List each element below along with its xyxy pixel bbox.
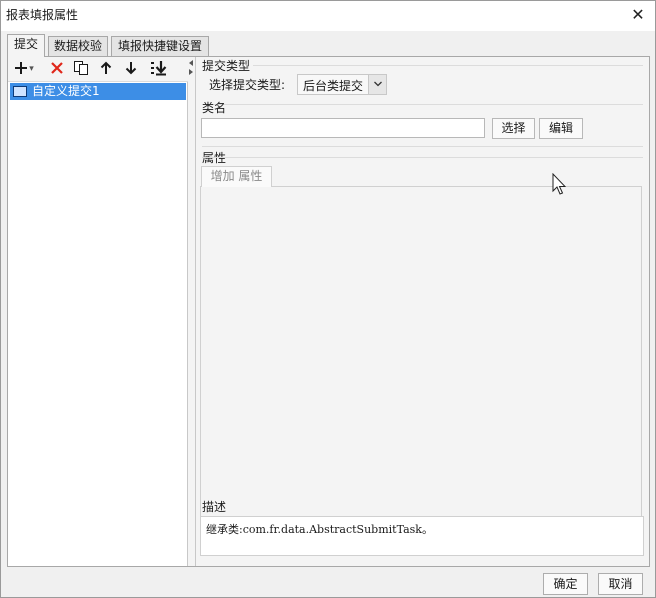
move-down-icon	[125, 61, 137, 78]
dropdown-arrow-icon: ▾	[29, 64, 34, 74]
chevron-down-icon	[368, 75, 386, 94]
description-box: 继承类:com.fr.data.AbstractSubmitTask。	[200, 516, 644, 556]
submit-type-section-label: 提交类型	[202, 59, 251, 73]
move-up-button[interactable]	[96, 59, 116, 79]
section-divider	[253, 65, 643, 66]
delete-icon	[50, 61, 64, 78]
move-down-button[interactable]	[121, 59, 141, 79]
copy-button[interactable]	[71, 59, 91, 79]
section-divider	[202, 157, 643, 158]
window-title: 报表填报属性	[6, 8, 79, 22]
submit-list-pane: ▾ 自定义提交1	[8, 57, 188, 566]
edit-class-button[interactable]: 编辑	[539, 118, 583, 139]
delete-button[interactable]	[47, 59, 67, 79]
properties-table-area	[200, 186, 642, 519]
ok-button[interactable]: 确定	[543, 573, 588, 595]
cancel-button[interactable]: 取消	[598, 573, 643, 595]
submit-list-toolbar: ▾	[8, 57, 188, 82]
move-bottom-button[interactable]	[149, 59, 169, 79]
tree-item-label: 自定义提交1	[32, 84, 100, 98]
tree-item-custom-submit-1[interactable]: 自定义提交1	[10, 83, 186, 100]
choose-class-button[interactable]: 选择	[492, 118, 535, 139]
move-up-icon	[100, 61, 112, 78]
add-property-button[interactable]: 增加 属性	[201, 166, 272, 187]
submit-type-field-label: 选择提交类型:	[209, 78, 286, 92]
title-bar: 报表填报属性 ✕	[1, 1, 655, 31]
description-text: 继承类:com.fr.data.AbstractSubmitTask。	[206, 523, 433, 536]
mouse-cursor-icon	[552, 172, 567, 195]
class-name-section-label: 类名	[202, 101, 227, 115]
submit-type-select[interactable]: 后台类提交	[297, 74, 387, 95]
report-fill-properties-dialog: 报表填报属性 ✕ 提交 数据校验 填报快捷键设置 ▾ 自定义提交1 提交类型 选…	[0, 0, 656, 598]
section-divider	[202, 146, 643, 147]
close-button[interactable]: ✕	[627, 4, 649, 26]
add-button[interactable]: ▾	[11, 59, 37, 79]
submit-settings-pane: 提交类型 选择提交类型: 后台类提交 类名 选择 编辑 属性 增加 属性 描述 …	[197, 57, 649, 566]
move-bottom-icon	[150, 60, 168, 79]
tab-submit[interactable]: 提交	[7, 34, 45, 57]
submit-item-icon	[13, 86, 27, 97]
section-divider	[202, 104, 643, 105]
tab-shortcut-settings[interactable]: 填报快捷键设置	[111, 36, 209, 56]
copy-icon	[73, 60, 89, 79]
tab-data-validation[interactable]: 数据校验	[48, 36, 108, 56]
submit-tab-panel: ▾ 自定义提交1 提交类型 选择提交类型: 后台类提交 类名 选择 编辑 属性 …	[7, 56, 650, 567]
expand-right-icon[interactable]	[189, 69, 193, 75]
collapse-left-icon[interactable]	[189, 60, 193, 66]
pane-splitter[interactable]	[188, 57, 196, 566]
submit-type-selected-value: 后台类提交	[303, 79, 364, 93]
class-name-input[interactable]	[201, 118, 485, 138]
add-icon	[14, 61, 28, 78]
description-section-label: 描述	[202, 500, 227, 514]
